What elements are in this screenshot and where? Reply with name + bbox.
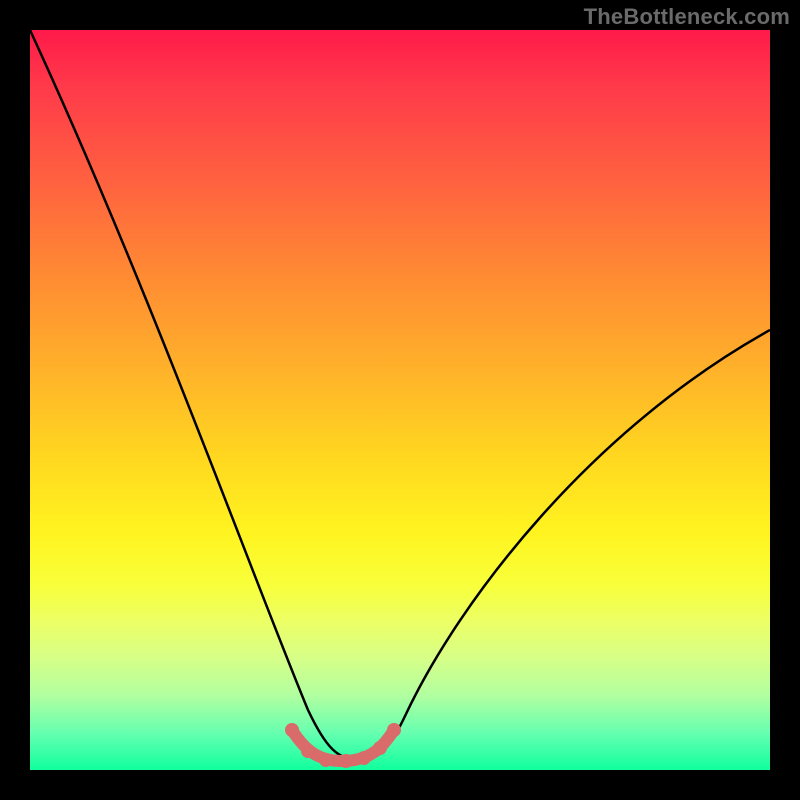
bottleneck-curve: [30, 30, 770, 760]
highlight-dot: [339, 754, 353, 768]
chart-frame: TheBottleneck.com: [0, 0, 800, 800]
plot-area: [30, 30, 770, 770]
highlight-dot: [373, 741, 387, 755]
curve-layer: [30, 30, 770, 770]
watermark-text: TheBottleneck.com: [584, 4, 790, 30]
highlight-dot: [319, 753, 333, 767]
highlight-dot: [387, 723, 401, 737]
highlight-dot: [357, 751, 371, 765]
highlight-dot: [285, 723, 299, 737]
highlight-dot: [301, 744, 315, 758]
